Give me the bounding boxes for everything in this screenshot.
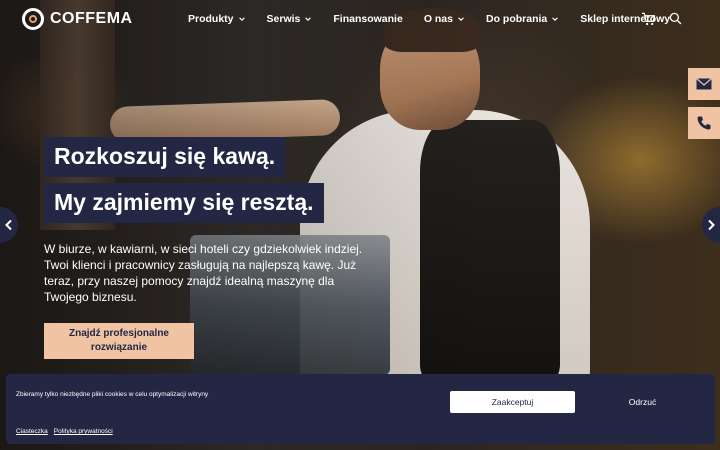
nav-item-label: Do pobrania bbox=[486, 13, 548, 25]
nav-item-sklep-internetowy[interactable]: Sklep internetowy bbox=[580, 13, 670, 25]
nav-item-produkty[interactable]: Produkty bbox=[188, 13, 246, 25]
hero-lead-text: W biurze, w kawiarni, w sieci hoteli czy… bbox=[44, 242, 363, 304]
chevron-right-icon bbox=[708, 219, 715, 231]
top-navigation: COFFEMA Produkty Serwis Finansowanie O n… bbox=[0, 0, 720, 40]
nav-item-finansowanie[interactable]: Finansowanie bbox=[333, 13, 402, 25]
chevron-down-icon bbox=[305, 17, 312, 21]
phone-icon bbox=[697, 116, 711, 130]
nav-item-o-nas[interactable]: O nas bbox=[424, 13, 465, 25]
nav-item-serwis[interactable]: Serwis bbox=[267, 13, 313, 25]
cookie-links: Ciasteczka Polityka prywatności bbox=[16, 428, 119, 435]
privacy-policy-link[interactable]: Polityka prywatności bbox=[54, 428, 113, 435]
cookies-policy-link[interactable]: Ciasteczka bbox=[16, 428, 48, 435]
phone-contact-button[interactable] bbox=[688, 107, 720, 139]
mail-contact-button[interactable] bbox=[688, 68, 720, 100]
cookie-banner: Zbieramy tylko niezbędne pliki cookies w… bbox=[6, 374, 715, 444]
mail-icon bbox=[696, 78, 712, 90]
chevron-down-icon bbox=[458, 17, 464, 21]
nav-item-do-pobrania[interactable]: Do pobrania bbox=[486, 13, 559, 25]
chevron-down-icon bbox=[552, 17, 559, 21]
nav-item-label: Serwis bbox=[266, 13, 301, 25]
nav-item-label: O nas bbox=[423, 13, 453, 25]
chevron-down-icon bbox=[238, 17, 245, 21]
accept-cookies-button[interactable]: Zaakceptuj bbox=[450, 391, 575, 413]
hero-headline-1: Rozkoszuj się kawą. bbox=[44, 137, 286, 177]
search-icon[interactable] bbox=[669, 12, 682, 25]
nav-item-label: Finansowanie bbox=[333, 13, 403, 25]
nav-item-label: Sklep internetowy bbox=[580, 13, 671, 25]
nav-menu: Produkty Serwis Finansowanie O nas Do po… bbox=[188, 13, 691, 25]
nav-item-label: Produkty bbox=[188, 13, 234, 25]
cart-icon[interactable] bbox=[641, 12, 656, 26]
cookie-message: Zbieramy tylko niezbędne pliki cookies w… bbox=[16, 391, 209, 398]
logo-mark-icon bbox=[22, 8, 44, 30]
find-solution-button[interactable]: Znajdź profesjonalne rozwiązanie bbox=[44, 323, 194, 359]
reject-cookies-button[interactable]: Odrzuć bbox=[580, 391, 705, 413]
hero-headline-2: My zajmiemy się resztą. bbox=[44, 183, 324, 223]
brand-name: COFFEMA bbox=[50, 10, 133, 27]
cta-label: Znajdź profesjonalne rozwiązanie bbox=[68, 328, 169, 353]
chevron-left-icon bbox=[5, 219, 12, 231]
brand-logo[interactable]: COFFEMA bbox=[22, 8, 133, 30]
